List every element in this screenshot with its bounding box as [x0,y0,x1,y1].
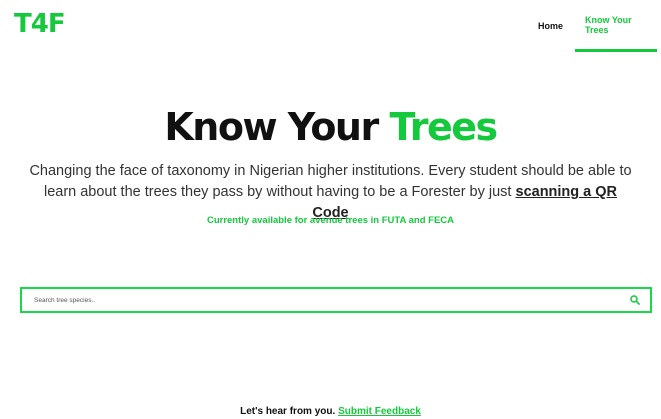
top-nav: Home Know Your Trees [526,0,661,52]
nav-home-link[interactable]: Home [526,0,575,52]
availability-note: Currently available for avenue trees in … [206,215,455,226]
search-icon [630,295,640,305]
search-bar [20,287,652,313]
nav-know-your-trees-link[interactable]: Know Your Trees [575,0,657,52]
title-part-black: Know Your [164,105,379,149]
submit-feedback-link[interactable]: Submit Feedback [338,406,421,417]
feedback-prompt-text: Let's hear from you. [240,406,336,417]
search-button[interactable] [624,289,646,311]
logo[interactable]: T4F [14,8,66,40]
page: T4F Home Know Your Trees Know Your Trees… [0,0,661,419]
page-title: Know Your Trees [0,103,661,151]
search-input[interactable] [22,289,624,311]
title-part-green: Trees [389,105,498,149]
feedback-prompt: Let's hear from you. Submit Feedback [0,406,661,417]
